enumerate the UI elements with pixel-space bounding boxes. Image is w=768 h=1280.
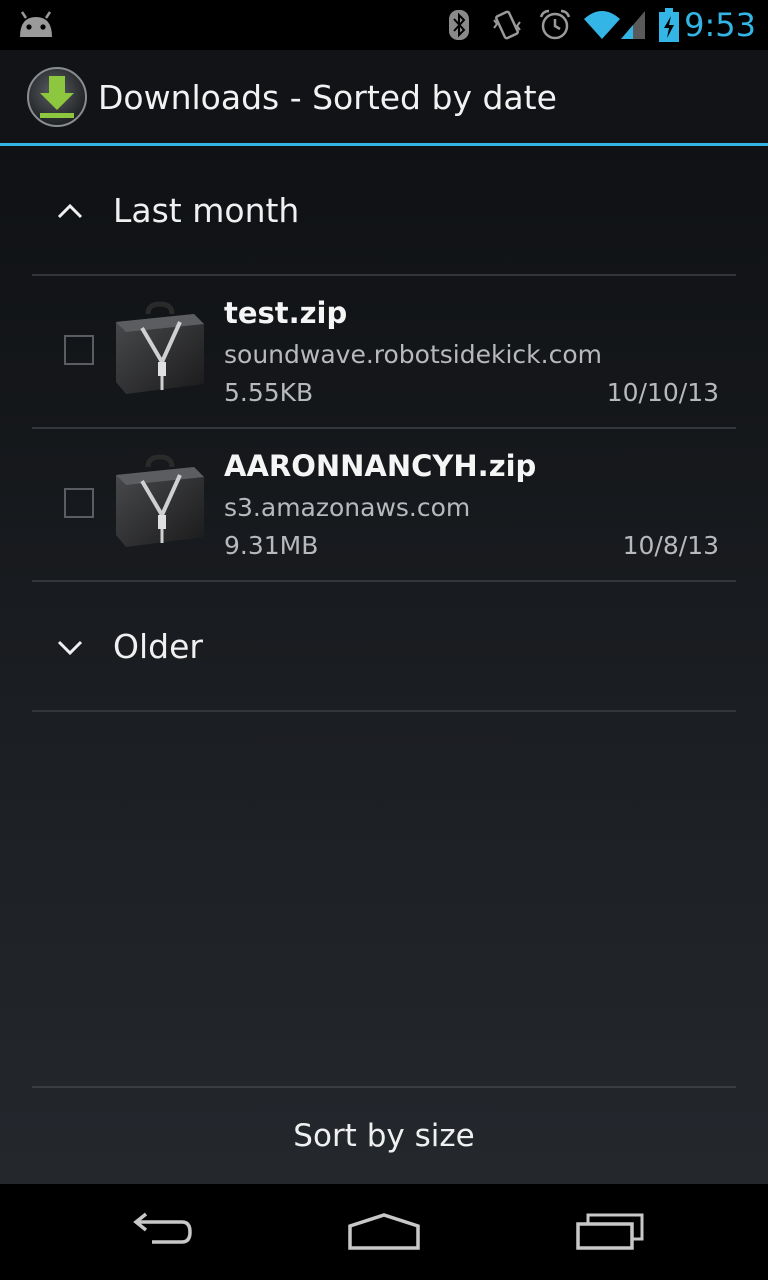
bluetooth-icon bbox=[444, 0, 474, 50]
group-header-last-month[interactable]: Last month bbox=[32, 146, 736, 276]
file-size: 5.55KB bbox=[224, 378, 314, 407]
file-name: AARONNANCYH.zip bbox=[224, 449, 537, 483]
wifi-icon bbox=[582, 0, 622, 50]
list-item[interactable]: test.zip soundwave.robotsidekick.com 5.5… bbox=[32, 276, 736, 427]
list-item[interactable]: AARONNANCYH.zip s3.amazonaws.com 9.31MB … bbox=[32, 429, 736, 580]
recents-icon[interactable] bbox=[565, 1202, 655, 1262]
group-header-older[interactable]: Older bbox=[32, 582, 736, 712]
download-icon[interactable] bbox=[26, 66, 88, 128]
zip-briefcase-icon bbox=[112, 300, 208, 400]
back-icon[interactable] bbox=[114, 1202, 204, 1262]
chevron-up-icon bbox=[56, 196, 84, 226]
file-source: s3.amazonaws.com bbox=[224, 493, 471, 522]
item-checkbox[interactable] bbox=[64, 488, 94, 518]
group-label: Last month bbox=[113, 191, 300, 230]
file-size: 9.31MB bbox=[224, 531, 319, 560]
item-checkbox[interactable] bbox=[64, 335, 94, 365]
file-date: 10/8/13 bbox=[622, 531, 719, 560]
file-date: 10/10/13 bbox=[606, 378, 719, 407]
sort-by-size-button[interactable]: Sort by size bbox=[32, 1086, 736, 1184]
divider bbox=[32, 710, 736, 712]
zip-briefcase-icon bbox=[112, 453, 208, 553]
battery-charging-icon bbox=[656, 0, 682, 50]
group-label: Older bbox=[113, 627, 203, 666]
file-source: soundwave.robotsidekick.com bbox=[224, 340, 602, 369]
downloads-list[interactable]: Last month test.zip soundwave.robotsidek… bbox=[0, 146, 768, 1184]
clock-time: 9:53 bbox=[684, 6, 756, 44]
alarm-icon bbox=[537, 0, 573, 50]
signal-icon bbox=[618, 0, 648, 50]
page-title: Downloads - Sorted by date bbox=[98, 78, 557, 117]
file-name: test.zip bbox=[224, 296, 348, 330]
status-bar: 9:53 bbox=[0, 0, 768, 50]
home-icon[interactable] bbox=[339, 1202, 429, 1262]
chevron-down-icon bbox=[56, 632, 84, 662]
action-bar: Downloads - Sorted by date bbox=[0, 50, 768, 146]
navigation-bar bbox=[0, 1184, 768, 1280]
vibrate-icon bbox=[490, 0, 524, 50]
android-icon bbox=[16, 0, 56, 50]
